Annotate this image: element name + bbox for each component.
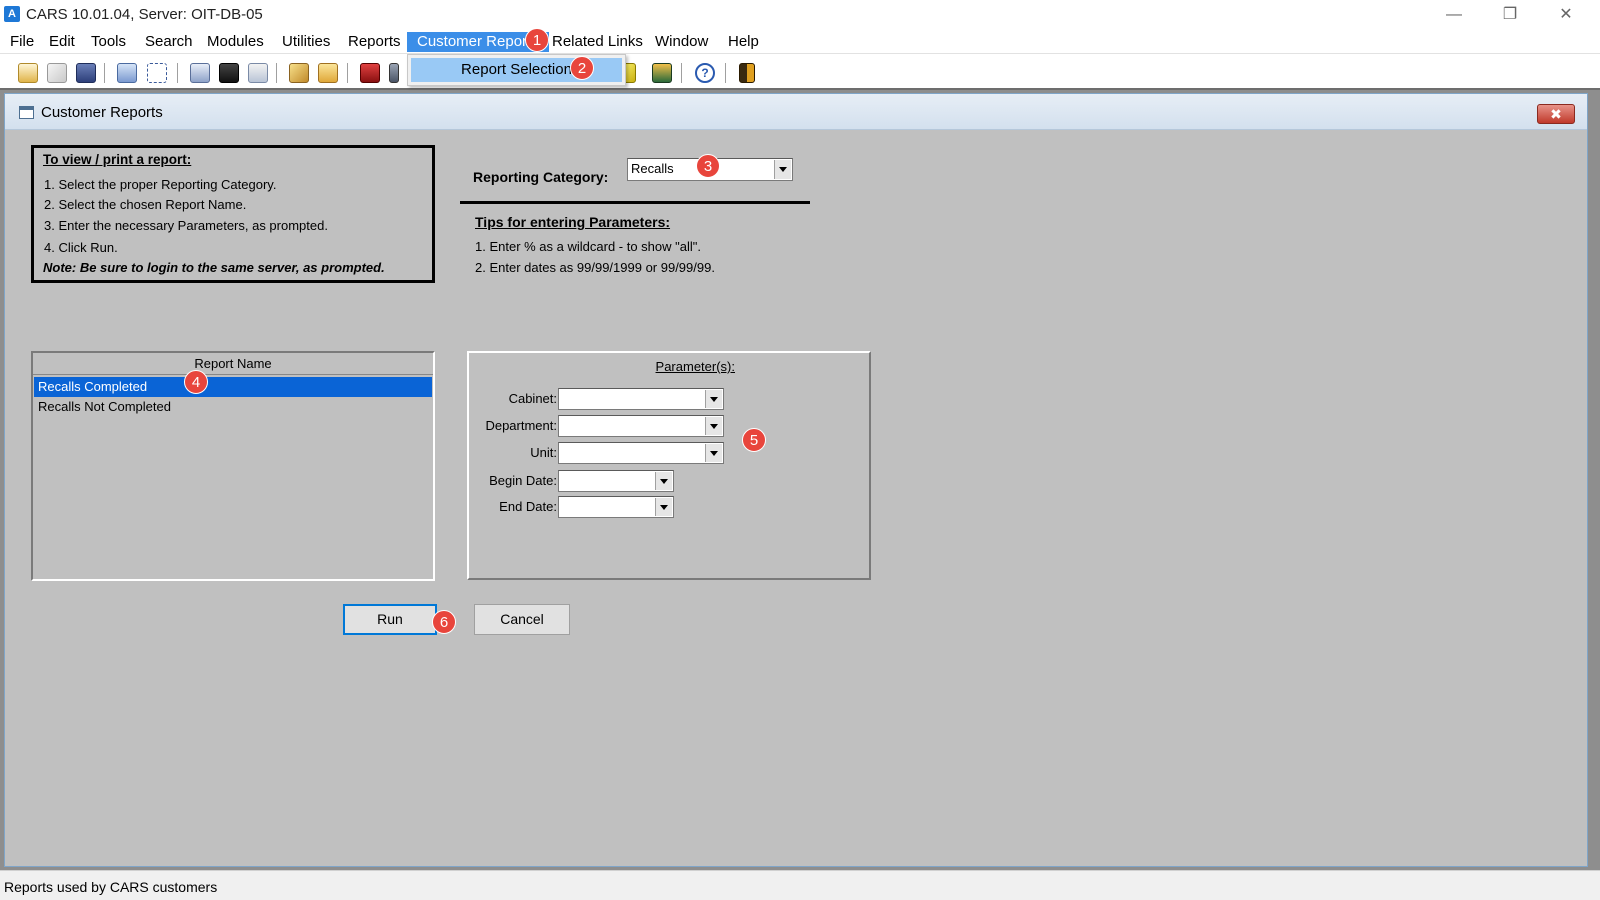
preview-icon[interactable]: [248, 63, 268, 83]
tip-item: 2. Enter dates as 99/99/1999 or 99/99/99…: [475, 260, 715, 275]
menu-search[interactable]: Search: [143, 32, 195, 52]
car-icon[interactable]: [360, 63, 380, 83]
help-icon[interactable]: ?: [695, 63, 715, 83]
folder-icon[interactable]: [318, 63, 338, 83]
reporting-category-label: Reporting Category:: [473, 169, 609, 185]
child-window-title: Customer Reports: [41, 104, 163, 121]
toolbar-separator: [725, 63, 726, 83]
parameters-panel: Parameter(s): Cabinet: Department: Unit:…: [467, 351, 871, 580]
chevron-down-icon[interactable]: [705, 417, 722, 435]
book-icon[interactable]: [652, 63, 672, 83]
mdi-workspace: Customer Reports ✖ To view / print a rep…: [0, 90, 1600, 870]
callout-badge: 6: [432, 610, 456, 634]
department-label: Department:: [485, 418, 557, 433]
run-button[interactable]: Run: [343, 604, 437, 635]
menu-window[interactable]: Window: [653, 32, 710, 52]
instruction-step: 4. Click Run.: [44, 240, 118, 255]
begin-date-field[interactable]: [558, 470, 674, 492]
restore-button[interactable]: ❐: [1482, 0, 1538, 30]
window-icon: [19, 106, 34, 119]
cabinet-select[interactable]: [558, 388, 724, 410]
instructions-box: To view / print a report: 1. Select the …: [31, 145, 435, 283]
unit-select[interactable]: [558, 442, 724, 464]
instruction-step: 1. Select the proper Reporting Category.: [44, 177, 277, 192]
cancel-button[interactable]: Cancel: [474, 604, 570, 635]
instruction-step: 3. Enter the necessary Parameters, as pr…: [44, 218, 328, 233]
print-icon[interactable]: [190, 63, 210, 83]
customer-reports-window: Customer Reports ✖ To view / print a rep…: [4, 93, 1588, 867]
chevron-down-icon[interactable]: [705, 444, 722, 462]
unit-label: Unit:: [530, 445, 557, 460]
chevron-down-icon[interactable]: [705, 390, 722, 408]
wrench-icon[interactable]: [289, 63, 309, 83]
close-button[interactable]: ✕: [1538, 0, 1594, 30]
instruction-step: 2. Select the chosen Report Name.: [44, 197, 247, 212]
instructions-title: To view / print a report:: [43, 152, 192, 167]
instructions-note: Note: Be sure to login to the same serve…: [43, 260, 385, 275]
menu-bar: File Edit Tools Search Modules Utilities…: [0, 30, 1600, 54]
begin-date-label: Begin Date:: [489, 473, 557, 488]
callout-badge: 3: [696, 154, 720, 178]
end-date-field[interactable]: [558, 496, 674, 518]
tip-item: 1. Enter % as a wildcard - to show "all"…: [475, 239, 701, 254]
list-item[interactable]: Recalls Completed: [34, 377, 432, 397]
zoom-icon[interactable]: [147, 63, 167, 83]
chevron-down-icon[interactable]: [655, 498, 672, 516]
window-title: CARS 10.01.04, Server: OIT-DB-05: [26, 6, 263, 23]
tips-title: Tips for entering Parameters:: [475, 214, 671, 230]
chevron-down-icon[interactable]: [655, 472, 672, 490]
toolbar-separator: [681, 63, 682, 83]
minimize-button[interactable]: —: [1426, 0, 1482, 30]
sort-icon[interactable]: [117, 63, 137, 83]
callout-badge: 1: [525, 28, 549, 52]
status-text: Reports used by CARS customers: [4, 879, 218, 895]
toolbar-separator: [347, 63, 348, 83]
menu-utilities[interactable]: Utilities: [280, 32, 332, 52]
menu-file[interactable]: File: [8, 32, 36, 52]
report-name-header: Report Name: [33, 353, 433, 375]
toolbar: ?: [0, 55, 1600, 90]
menu-help[interactable]: Help: [726, 32, 761, 52]
report-name-list[interactable]: Report Name Recalls Completed Recalls No…: [31, 351, 435, 581]
toolbar-separator: [177, 63, 178, 83]
app-icon: A: [4, 6, 20, 22]
toolbar-separator: [276, 63, 277, 83]
menu-modules[interactable]: Modules: [205, 32, 266, 52]
building-icon[interactable]: [389, 63, 399, 83]
divider: [460, 201, 810, 204]
menu-related-links[interactable]: Related Links: [550, 32, 645, 52]
new-icon[interactable]: [18, 63, 38, 83]
exit-icon[interactable]: [739, 63, 755, 83]
edit-icon[interactable]: [47, 63, 67, 83]
menu-edit[interactable]: Edit: [47, 32, 77, 52]
parameters-title: Parameter(s):: [655, 359, 735, 374]
menu-reports[interactable]: Reports: [346, 32, 403, 52]
cabinet-label: Cabinet:: [508, 391, 557, 406]
callout-badge: 2: [570, 56, 594, 80]
callout-badge: 4: [184, 370, 208, 394]
title-bar: A CARS 10.01.04, Server: OIT-DB-05 — ❐ ✕: [0, 0, 1600, 30]
end-date-label: End Date:: [499, 499, 557, 514]
status-bar: Reports used by CARS customers: [0, 870, 1600, 900]
menu-tools[interactable]: Tools: [89, 32, 128, 52]
child-close-button[interactable]: ✖: [1537, 104, 1575, 124]
callout-badge: 5: [742, 428, 766, 452]
save-icon[interactable]: [76, 63, 96, 83]
chevron-down-icon[interactable]: [774, 160, 791, 179]
reporting-category-value: Recalls: [631, 161, 674, 176]
department-select[interactable]: [558, 415, 724, 437]
toolbar-separator: [104, 63, 105, 83]
calculator-icon[interactable]: [219, 63, 239, 83]
child-title-bar: Customer Reports ✖: [5, 94, 1587, 130]
list-item[interactable]: Recalls Not Completed: [34, 397, 432, 417]
